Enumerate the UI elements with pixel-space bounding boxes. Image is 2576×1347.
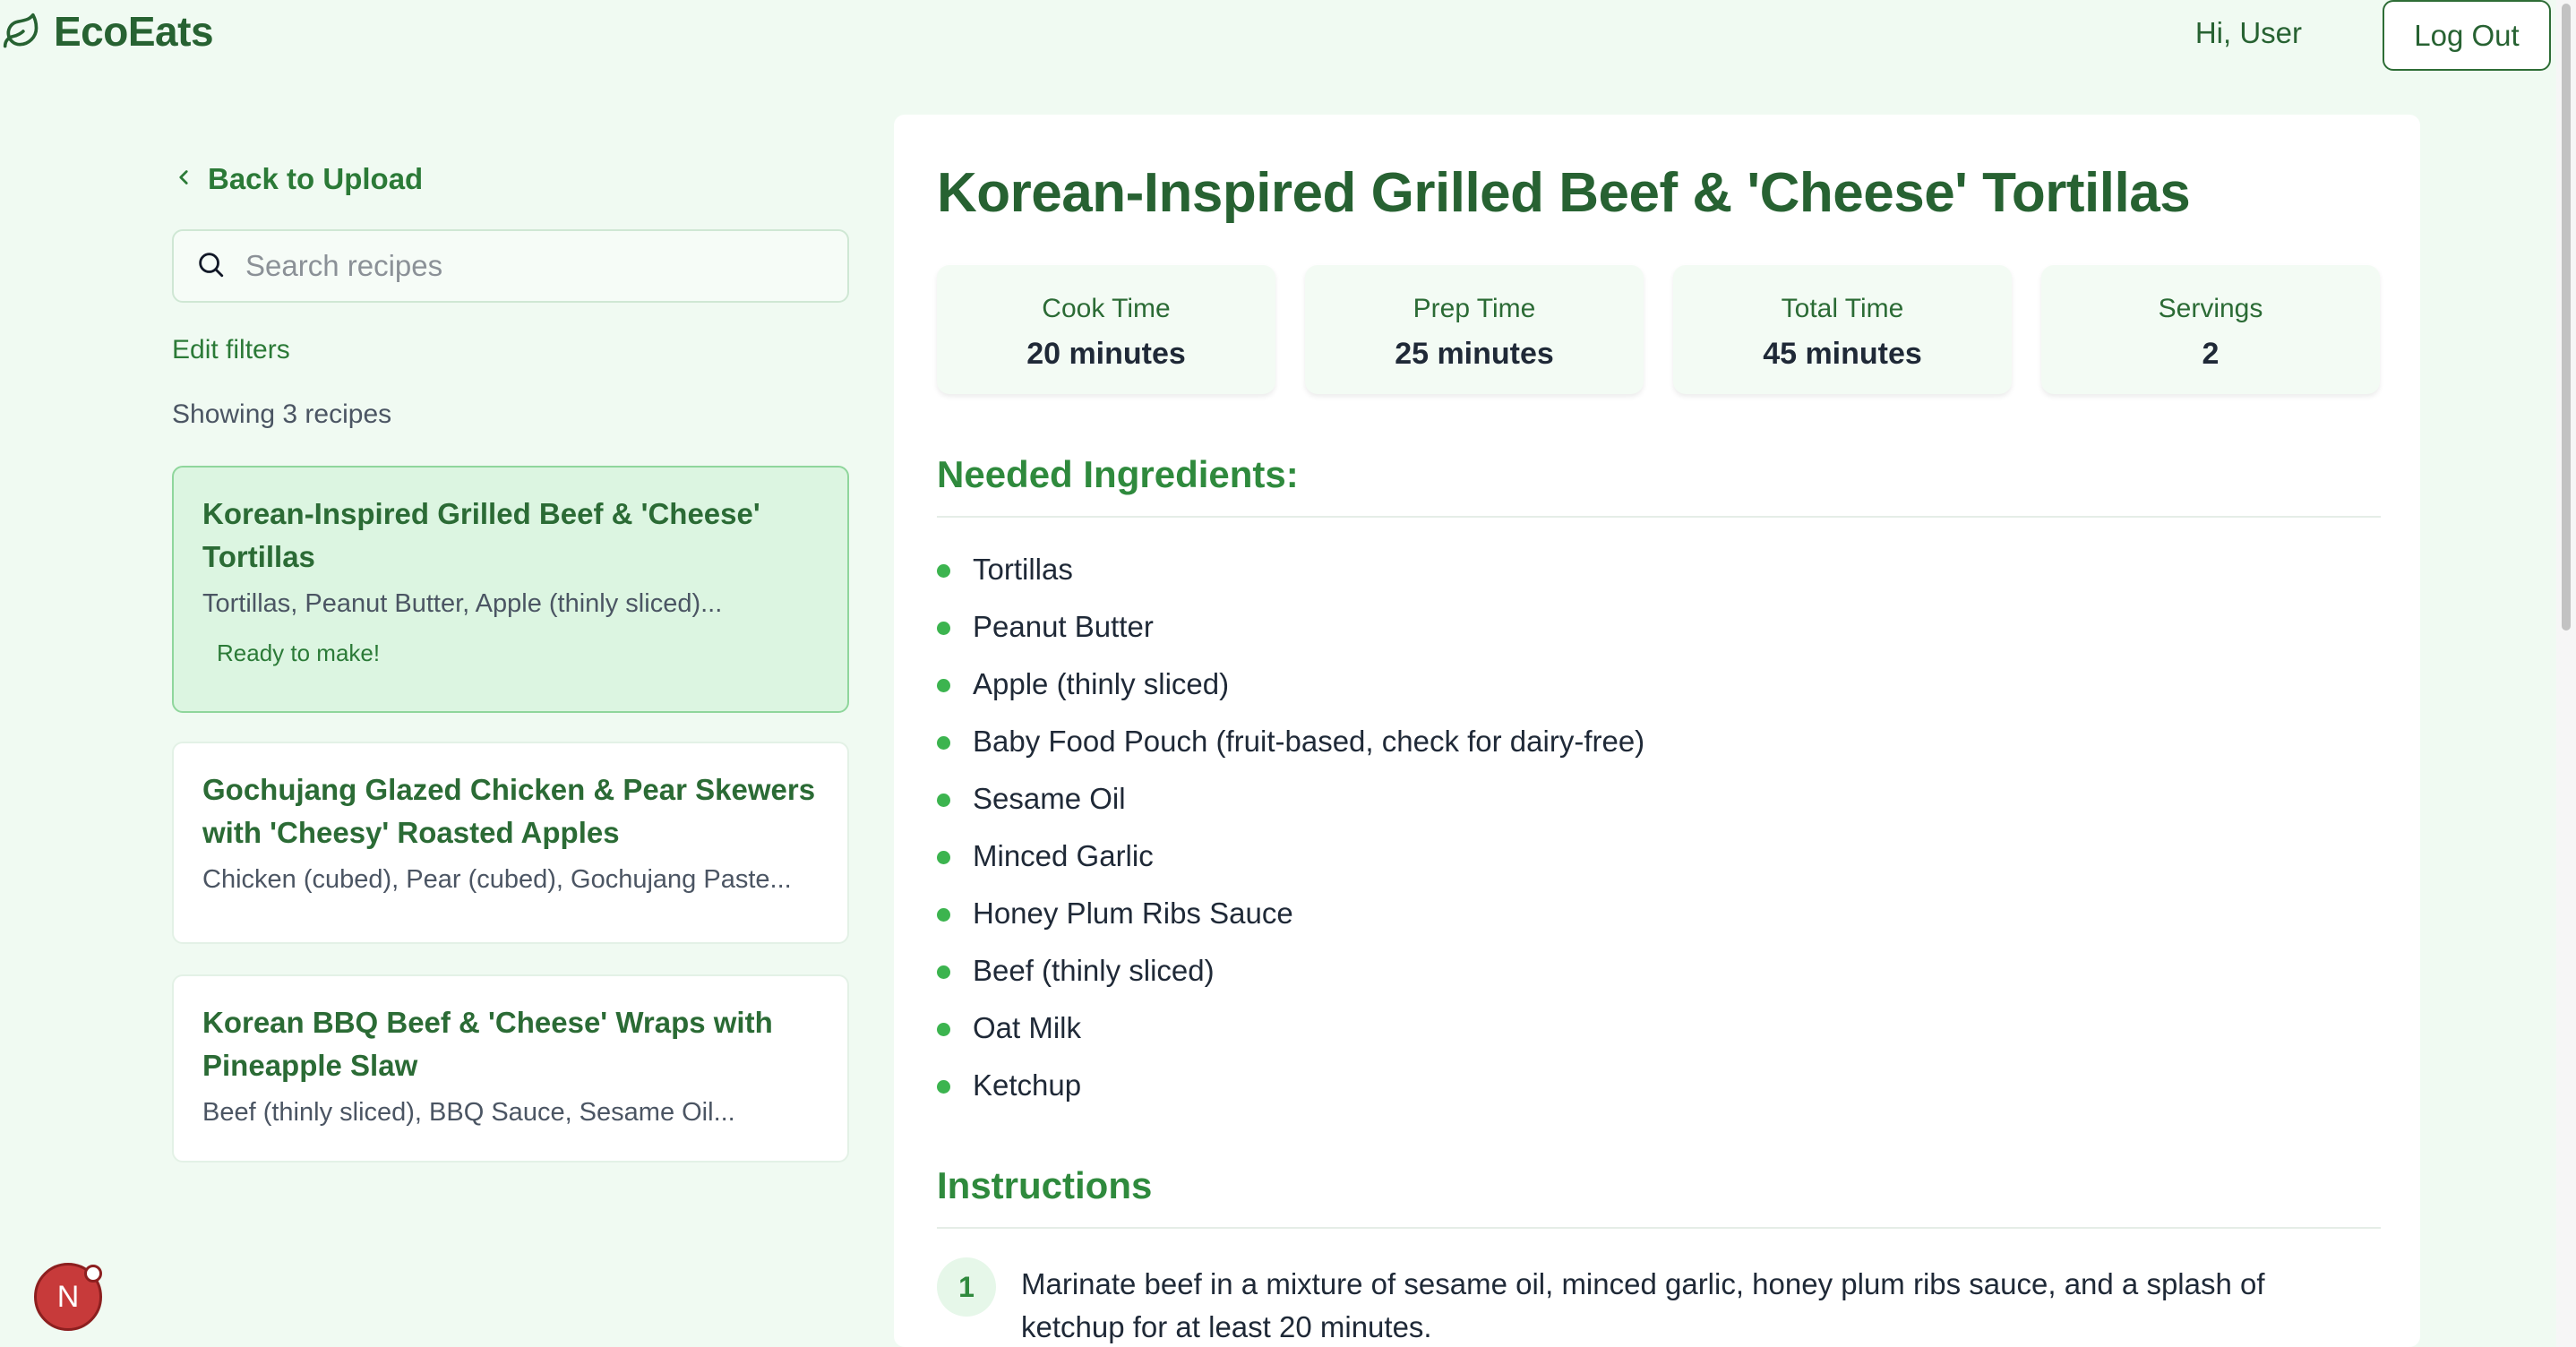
ingredient-text: Tortillas	[973, 553, 1073, 586]
ingredient-item: Apple (thinly sliced)	[937, 656, 2381, 713]
instructions-heading: Instructions	[937, 1164, 1153, 1206]
ingredient-text: Sesame Oil	[973, 782, 1126, 815]
ingredient-text: Honey Plum Ribs Sauce	[973, 897, 1293, 930]
stat-value: 2	[2202, 337, 2220, 371]
stat-servings: Servings 2	[2041, 265, 2380, 394]
ingredient-item: Tortillas	[937, 541, 2381, 598]
ingredient-item: Baby Food Pouch (fruit-based, check for …	[937, 713, 2381, 770]
ingredients-list: Tortillas Peanut Butter Apple (thinly sl…	[937, 541, 2381, 1114]
stat-label: Total Time	[1781, 294, 1904, 323]
stat-label: Servings	[2158, 294, 2263, 323]
recipe-stats: Cook Time 20 minutes Prep Time 25 minute…	[937, 265, 2381, 394]
recipe-card-selected[interactable]: Korean-Inspired Grilled Beef & 'Cheese' …	[172, 466, 849, 713]
recipe-card-title: Gochujang Glazed Chicken & Pear Skewers …	[202, 773, 816, 849]
ingredient-item: Sesame Oil	[937, 770, 2381, 828]
recipe-sidebar: Back to Upload Edit filters Showing 3 re…	[172, 152, 849, 1163]
recipe-card-title: Korean BBQ Beef & 'Cheese' Wraps with Pi…	[202, 1006, 773, 1082]
app-name: EcoEats	[54, 8, 214, 55]
recipe-card-ingredients: Beef (thinly sliced), BBQ Sauce, Sesame …	[202, 1098, 735, 1127]
app-logo[interactable]: EcoEats	[2, 7, 214, 56]
bullet-dot	[937, 1023, 950, 1036]
edit-filters-link[interactable]: Edit filters	[172, 335, 849, 371]
stat-value: 45 minutes	[1763, 337, 1922, 371]
bullet-dot	[937, 908, 950, 922]
bullet-dot	[937, 965, 950, 979]
leaf-icon	[2, 12, 41, 51]
back-to-upload-link[interactable]: Back to Upload	[172, 152, 849, 206]
recipe-detail-panel: Korean-Inspired Grilled Beef & 'Cheese' …	[894, 115, 2420, 1347]
bullet-dot	[937, 1080, 950, 1094]
bullet-dot	[937, 564, 950, 578]
bullet-dot	[937, 679, 950, 692]
stat-cook-time: Cook Time 20 minutes	[937, 265, 1275, 394]
stat-label: Prep Time	[1413, 294, 1536, 323]
user-greeting: Hi, User	[2194, 16, 2302, 49]
stat-label: Cook Time	[1042, 294, 1171, 323]
ingredient-text: Minced Garlic	[973, 839, 1154, 872]
scrollbar-thumb[interactable]	[2562, 4, 2571, 631]
search-input[interactable]	[245, 249, 819, 283]
ingredient-item: Oat Milk	[937, 1000, 2381, 1057]
app-page: EcoEats Hi, User Log Out Back to Upload …	[0, 0, 2576, 1347]
recipe-card-ingredients: Tortillas, Peanut Butter, Apple (thinly …	[202, 589, 723, 618]
ingredient-text: Ketchup	[973, 1068, 1082, 1102]
ready-badge: Ready to make!	[217, 639, 381, 666]
stat-prep-time: Prep Time 25 minutes	[1305, 265, 1644, 394]
logout-button[interactable]: Log Out	[2383, 0, 2551, 71]
recipe-card[interactable]: Gochujang Glazed Chicken & Pear Skewers …	[172, 742, 849, 944]
stat-value: 20 minutes	[1026, 337, 1186, 371]
section-divider	[937, 516, 2381, 518]
ingredient-text: Baby Food Pouch (fruit-based, check for …	[973, 725, 1645, 758]
top-header: EcoEats Hi, User Log Out	[0, 0, 2576, 71]
search-icon	[195, 249, 226, 284]
ingredient-item: Peanut Butter	[937, 598, 2381, 656]
ingredient-item: Ketchup	[937, 1057, 2381, 1114]
page-scrollbar[interactable]	[2556, 0, 2576, 1347]
bullet-dot	[937, 851, 950, 864]
bullet-dot	[937, 736, 950, 750]
step-text: Marinate beef in a mixture of sesame oil…	[1021, 1267, 2265, 1343]
ingredient-text: Peanut Butter	[973, 610, 1154, 643]
recipe-count-text: Showing 3 recipes	[172, 399, 392, 429]
step-number: 1	[937, 1257, 996, 1317]
search-box[interactable]	[172, 229, 849, 303]
recipe-card[interactable]: Korean BBQ Beef & 'Cheese' Wraps with Pi…	[172, 974, 849, 1163]
back-to-upload-label: Back to Upload	[208, 162, 424, 195]
chevron-left-icon	[172, 162, 195, 196]
recipe-card-title: Korean-Inspired Grilled Beef & 'Cheese' …	[202, 497, 760, 573]
ingredients-heading: Needed Ingredients:	[937, 453, 1299, 495]
notification-dot	[84, 1265, 102, 1283]
ingredient-item: Honey Plum Ribs Sauce	[937, 885, 2381, 942]
recipe-card-ingredients: Chicken (cubed), Pear (cubed), Gochujang…	[202, 865, 792, 894]
ingredient-text: Beef (thinly sliced)	[973, 954, 1215, 987]
ingredient-text: Apple (thinly sliced)	[973, 667, 1230, 700]
ingredient-item: Minced Garlic	[937, 828, 2381, 885]
recipe-title: Korean-Inspired Grilled Beef & 'Cheese' …	[937, 162, 2191, 224]
recipe-list: Korean-Inspired Grilled Beef & 'Cheese' …	[172, 435, 849, 1163]
stat-value: 25 minutes	[1395, 337, 1554, 371]
bullet-dot	[937, 794, 950, 807]
section-divider	[937, 1227, 2381, 1229]
stat-total-time: Total Time 45 minutes	[1673, 265, 2012, 394]
ingredient-text: Oat Milk	[973, 1011, 1082, 1044]
ingredient-item: Beef (thinly sliced)	[937, 942, 2381, 1000]
bullet-dot	[937, 622, 950, 635]
